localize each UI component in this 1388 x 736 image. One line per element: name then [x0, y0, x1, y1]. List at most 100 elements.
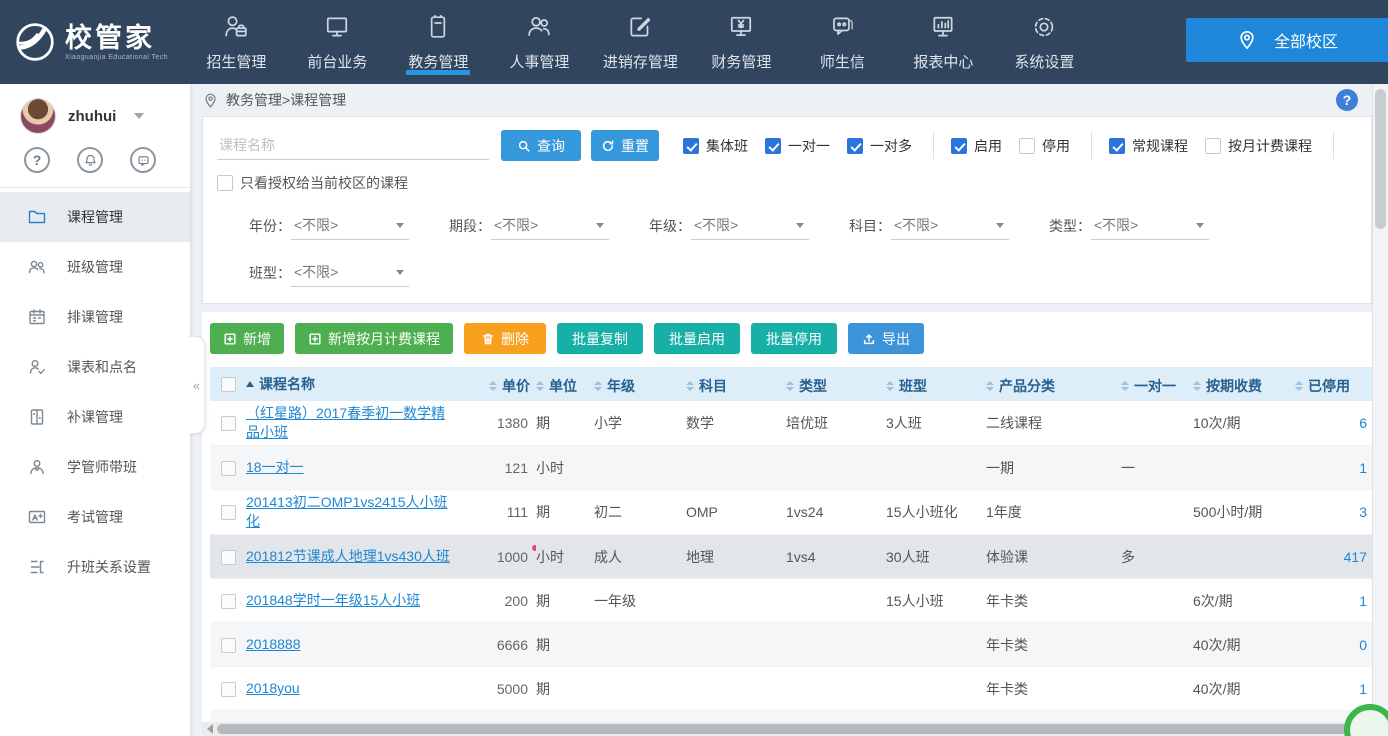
gear-icon	[1029, 12, 1059, 42]
price-flag-dot	[532, 545, 536, 551]
stopped-count-link[interactable]: 417	[1344, 549, 1367, 565]
year-select[interactable]: <不限>	[291, 211, 409, 240]
vertical-scrollbar-thumb[interactable]	[1375, 89, 1386, 229]
avatar[interactable]	[20, 98, 56, 134]
row-select-checkbox[interactable]	[221, 550, 236, 565]
select-all-checkbox[interactable]	[221, 377, 236, 392]
stopped-count-link[interactable]: 6	[1359, 415, 1367, 431]
class-type-select[interactable]: <不限>	[291, 258, 409, 287]
nav-item-settings[interactable]: 系统设置	[994, 0, 1095, 84]
subject-select[interactable]: <不限>	[891, 211, 1009, 240]
sidebar-item-label: 班级管理	[67, 257, 123, 277]
course-name-link[interactable]: 2018you	[246, 680, 300, 696]
checkbox-checked-icon	[951, 138, 967, 154]
filter-checkbox-one-to-many[interactable]: 一对多	[847, 136, 912, 156]
batch-copy-button[interactable]: 批量复制	[557, 323, 643, 354]
row-select-checkbox[interactable]	[221, 416, 236, 431]
course-name-search-input[interactable]	[217, 131, 489, 160]
sidebar-item-promotion-settings[interactable]: 升班关系设置	[0, 542, 190, 592]
main-content: 教务管理>课程管理 ? 查询 重置 集体班 一对一	[190, 84, 1372, 736]
stopped-count-link[interactable]: 0	[1359, 637, 1367, 653]
column-header-type[interactable]: 类型	[786, 376, 827, 396]
nav-item-hr[interactable]: 人事管理	[489, 0, 590, 84]
export-button[interactable]: 导出	[848, 323, 924, 354]
row-select-checkbox[interactable]	[221, 461, 236, 476]
nav-item-front-desk[interactable]: 前台业务	[287, 0, 388, 84]
sidebar-item-scheduling[interactable]: 排课管理	[0, 292, 190, 342]
scroll-left-arrow-icon[interactable]	[207, 724, 213, 734]
front-desk-monitor-icon	[322, 12, 352, 42]
sidebar-item-supervisor-classes[interactable]: 学管师带班	[0, 442, 190, 492]
help-icon[interactable]: ?	[24, 147, 50, 173]
column-header-unit[interactable]: 单位	[536, 376, 577, 396]
delete-button[interactable]: 删除	[464, 323, 546, 354]
course-name-link[interactable]: 201413初二OMP1vs2415人小班化	[246, 494, 448, 529]
message-robot-icon[interactable]	[130, 147, 156, 173]
term-select[interactable]: <不限>	[491, 211, 609, 240]
row-select-checkbox[interactable]	[221, 594, 236, 609]
column-header-class-type[interactable]: 班型	[886, 376, 927, 396]
sidebar-item-exam-management[interactable]: 考试管理	[0, 492, 190, 542]
add-monthly-course-button[interactable]: 新增按月计费课程	[295, 323, 453, 354]
stopped-count-link[interactable]: 3	[1359, 504, 1367, 520]
table-row: 2018888 6666 期 年卡类 40次/期 0	[210, 623, 1372, 667]
course-name-link[interactable]: 18一对一	[246, 459, 304, 475]
filter-checkbox-disabled[interactable]: 停用	[1019, 136, 1070, 156]
divider	[1091, 132, 1092, 159]
campus-selector-button[interactable]: 全部校区	[1186, 18, 1388, 62]
sidebar-item-class-management[interactable]: 班级管理	[0, 242, 190, 292]
batch-enable-button[interactable]: 批量启用	[654, 323, 740, 354]
column-header-subject[interactable]: 科目	[686, 376, 727, 396]
nav-label: 前台业务	[307, 51, 367, 72]
column-header-price[interactable]: 单价	[489, 376, 530, 396]
sidebar-item-timetable-rollcall[interactable]: 课表和点名	[0, 342, 190, 392]
nav-item-messages[interactable]: 师生信	[792, 0, 893, 84]
column-header-stopped[interactable]: 已停用	[1295, 376, 1350, 396]
nav-item-inventory[interactable]: 进销存管理	[590, 0, 691, 84]
nav-item-reports[interactable]: 报表中心	[893, 0, 994, 84]
page-help-button[interactable]: ?	[1336, 89, 1358, 111]
stopped-count-link[interactable]: 1	[1359, 681, 1367, 697]
column-header-course-name[interactable]: 课程名称	[246, 374, 315, 394]
person-icon	[27, 457, 47, 477]
column-header-grade[interactable]: 年级	[594, 376, 635, 396]
type-select[interactable]: <不限>	[1091, 211, 1209, 240]
row-select-checkbox[interactable]	[221, 682, 236, 697]
filter-checkbox-monthly-course[interactable]: 按月计费课程	[1205, 136, 1312, 156]
notification-bell-icon[interactable]	[77, 147, 103, 173]
vertical-scrollbar[interactable]	[1372, 84, 1388, 736]
column-header-fee[interactable]: 按期收费	[1193, 376, 1262, 396]
nav-item-academic[interactable]: 教务管理	[388, 0, 489, 84]
sidebar-collapse-button[interactable]: «	[189, 336, 205, 434]
nav-item-admissions[interactable]: 招生管理	[186, 0, 287, 84]
nav-item-finance[interactable]: 财务管理	[691, 0, 792, 84]
filter-checkbox-regular-course[interactable]: 常规课程	[1109, 136, 1188, 156]
add-button[interactable]: 新增	[210, 323, 284, 354]
course-name-link[interactable]: （红星路）2017春季初一数学精品小班	[246, 405, 445, 440]
grade-select[interactable]: <不限>	[691, 211, 809, 240]
sidebar-item-makeup-lessons[interactable]: 补课管理	[0, 392, 190, 442]
reset-button[interactable]: 重置	[591, 130, 659, 161]
app-logo[interactable]: 校管家 Xiaoguanjia Educational Tech	[0, 21, 186, 63]
user-menu[interactable]: zhuhui	[0, 84, 190, 134]
filter-checkbox-group-class[interactable]: 集体班	[683, 136, 748, 156]
authorized-campus-only-checkbox[interactable]: 只看授权给当前校区的课程	[217, 173, 408, 193]
row-select-checkbox[interactable]	[221, 638, 236, 653]
batch-disable-button[interactable]: 批量停用	[751, 323, 837, 354]
sidebar-item-course-management[interactable]: 课程管理	[0, 192, 190, 242]
column-header-category[interactable]: 产品分类	[986, 376, 1055, 396]
row-select-checkbox[interactable]	[221, 505, 236, 520]
filter-checkbox-enabled[interactable]: 启用	[951, 136, 1002, 156]
horizontal-scrollbar-thumb[interactable]	[217, 724, 1368, 734]
column-header-one-to-one[interactable]: 一对一	[1121, 376, 1176, 396]
stopped-count-link[interactable]: 1	[1359, 593, 1367, 609]
course-name-link[interactable]: 2018888	[246, 636, 301, 652]
course-name-link[interactable]: 201848学时一年级15人小班	[246, 592, 420, 608]
class-type-filter: 班型： <不限>	[217, 258, 417, 287]
course-name-link[interactable]: 201812节课成人地理1vs430人班	[246, 548, 450, 564]
filter-checkbox-one-to-one[interactable]: 一对一	[765, 136, 830, 156]
search-button[interactable]: 查询	[501, 130, 581, 161]
stopped-count-link[interactable]: 1	[1359, 460, 1367, 476]
nav-label: 系统设置	[1014, 51, 1074, 72]
horizontal-scrollbar[interactable]	[202, 722, 1372, 736]
